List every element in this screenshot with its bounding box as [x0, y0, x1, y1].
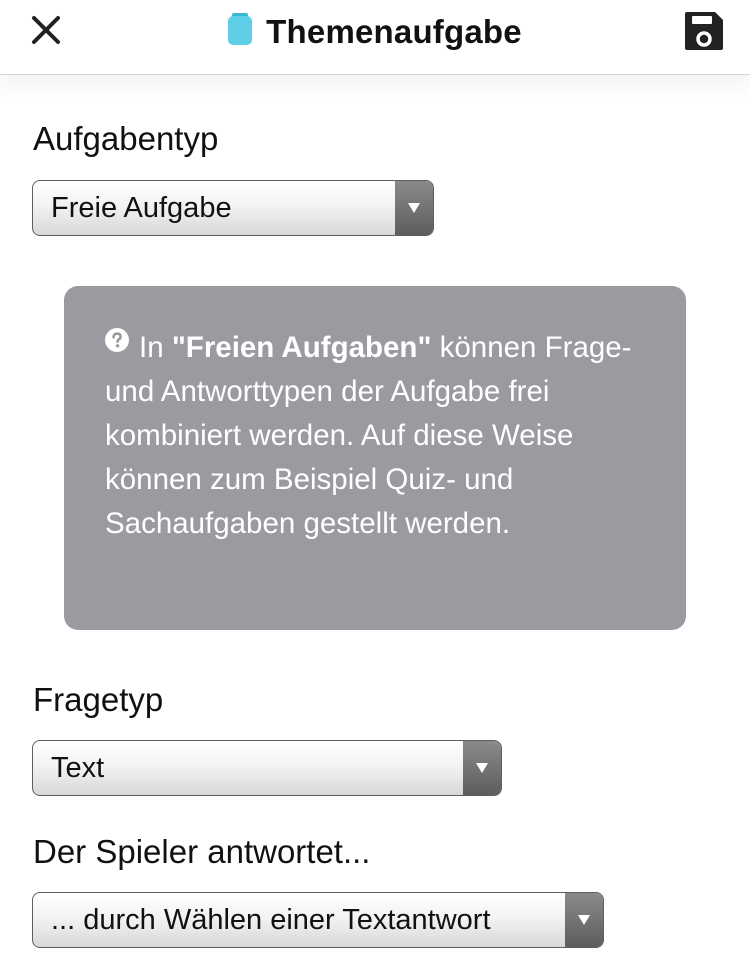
info-box: In "Freien Aufgaben" können Frage- und A… — [64, 286, 686, 630]
answer-type-value: ... durch Wählen einer Textantwort — [51, 904, 491, 936]
chevron-down-icon — [476, 763, 488, 773]
answer-type-select[interactable]: ... durch Wählen einer Textantwort — [32, 892, 604, 948]
question-type-value: Text — [51, 752, 105, 784]
task-type-select[interactable]: Freie Aufgabe — [32, 180, 434, 236]
close-button[interactable] — [28, 12, 64, 48]
dropdown-arrow — [395, 181, 433, 235]
top-bar: Themenaufgabe — [0, 0, 750, 75]
task-type-label: Aufgabentyp — [33, 120, 219, 157]
dropdown-arrow — [463, 741, 501, 795]
dropdown-arrow — [565, 893, 603, 947]
save-button[interactable] — [683, 10, 725, 52]
close-icon — [32, 16, 60, 44]
answer-type-label: Der Spieler antwortet... — [33, 833, 371, 870]
question-type-label: Fragetyp — [33, 681, 164, 718]
clipboard-icon — [228, 13, 253, 45]
chevron-down-icon — [408, 203, 420, 213]
help-icon — [105, 328, 129, 352]
page-title: Themenaufgabe — [266, 13, 522, 50]
title-area: Themenaufgabe — [0, 0, 750, 64]
info-prefix: In — [139, 331, 172, 364]
question-type-select[interactable]: Text — [32, 740, 502, 796]
task-type-value: Freie Aufgabe — [51, 192, 232, 224]
info-highlight: "Freien Aufgaben" — [171, 331, 432, 364]
chevron-down-icon — [578, 915, 590, 925]
save-icon — [685, 12, 723, 50]
